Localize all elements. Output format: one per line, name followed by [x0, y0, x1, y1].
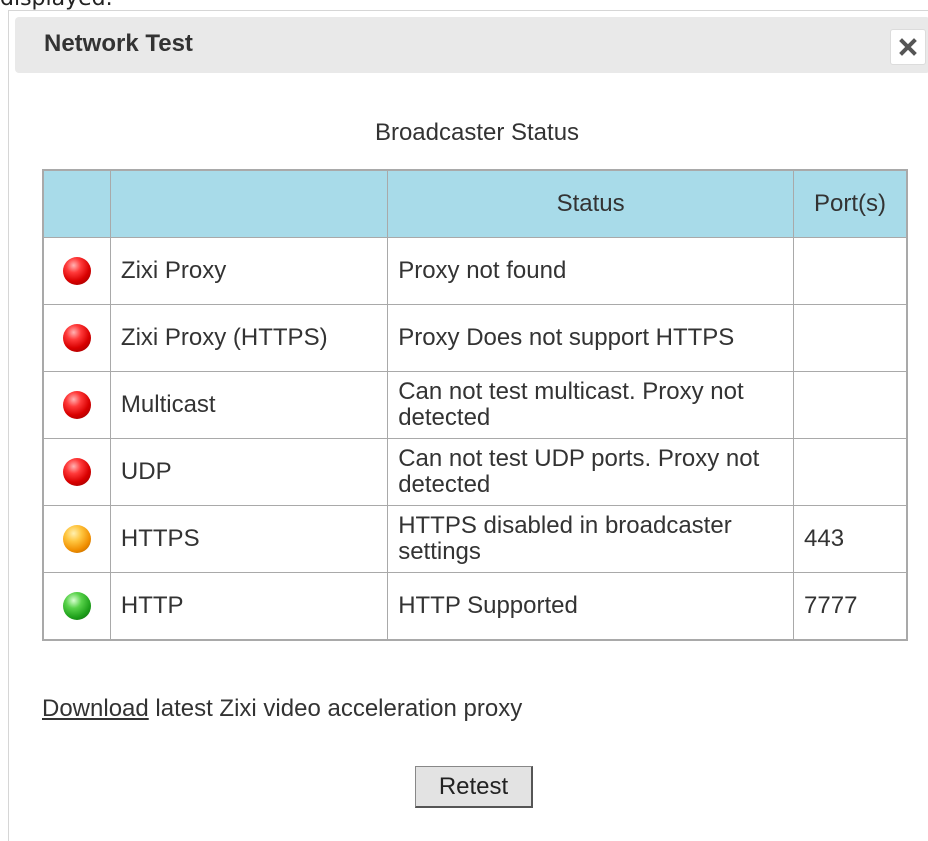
header-name-column: [109, 169, 389, 238]
download-link[interactable]: Download: [42, 695, 149, 722]
dialog-title: Network Test: [44, 30, 193, 57]
test-ports: 443: [793, 505, 908, 573]
test-ports: [793, 304, 908, 372]
status-red-icon: [62, 458, 91, 486]
table-row: Multicast Can not test multicast. Proxy …: [42, 371, 908, 439]
test-name: Zixi Proxy: [109, 237, 389, 305]
test-status: HTTP Supported: [387, 572, 795, 641]
test-name: HTTP: [109, 572, 389, 641]
header-status: Status: [387, 169, 795, 238]
header-icon-column: [42, 169, 111, 238]
header-ports: Port(s): [793, 169, 908, 238]
close-icon: [899, 38, 917, 56]
status-table: Status Port(s) Zixi Proxy Proxy not foun…: [42, 169, 908, 641]
download-description: latest Zixi video acceleration proxy: [148, 695, 523, 722]
test-status: Can not test UDP ports. Proxy not detect…: [387, 438, 795, 506]
status-green-icon: [62, 592, 91, 620]
table-row: HTTP HTTP Supported 7777: [42, 572, 908, 641]
test-name: Zixi Proxy (HTTPS): [109, 304, 389, 372]
close-button[interactable]: [890, 29, 926, 65]
status-red-icon: [62, 324, 91, 352]
status-indicator-cell: [42, 304, 111, 372]
status-indicator-cell: [42, 505, 111, 573]
test-status: Proxy not found: [387, 237, 795, 305]
test-ports: [793, 438, 908, 506]
status-indicator-cell: [42, 438, 111, 506]
test-ports: [793, 371, 908, 439]
test-name: HTTPS: [109, 505, 389, 573]
network-test-dialog: Network Test Broadcaster Status Status P…: [8, 10, 928, 841]
dialog-titlebar: Network Test: [15, 17, 928, 73]
download-line: Download latest Zixi video acceleration …: [42, 695, 522, 723]
section-title: Broadcaster Status: [374, 119, 580, 146]
test-status: HTTPS disabled in broadcaster settings: [387, 505, 795, 573]
test-ports: [793, 237, 908, 305]
table-row: Zixi Proxy Proxy not found: [42, 237, 908, 305]
table-row: HTTPS HTTPS disabled in broadcaster sett…: [42, 505, 908, 573]
table-header-row: Status Port(s): [42, 169, 908, 238]
retest-button[interactable]: Retest: [415, 766, 533, 808]
table-row: Zixi Proxy (HTTPS) Proxy Does not suppor…: [42, 304, 908, 372]
status-orange-icon: [62, 525, 91, 553]
status-red-icon: [62, 391, 91, 419]
table-row: UDP Can not test UDP ports. Proxy not de…: [42, 438, 908, 506]
status-red-icon: [62, 257, 91, 285]
test-name: UDP: [109, 438, 389, 506]
test-name: Multicast: [109, 371, 389, 439]
status-indicator-cell: [42, 572, 111, 641]
test-status: Proxy Does not support HTTPS: [387, 304, 795, 372]
test-status: Can not test multicast. Proxy not detect…: [387, 371, 795, 439]
status-indicator-cell: [42, 371, 111, 439]
test-ports: 7777: [793, 572, 908, 641]
status-indicator-cell: [42, 237, 111, 305]
